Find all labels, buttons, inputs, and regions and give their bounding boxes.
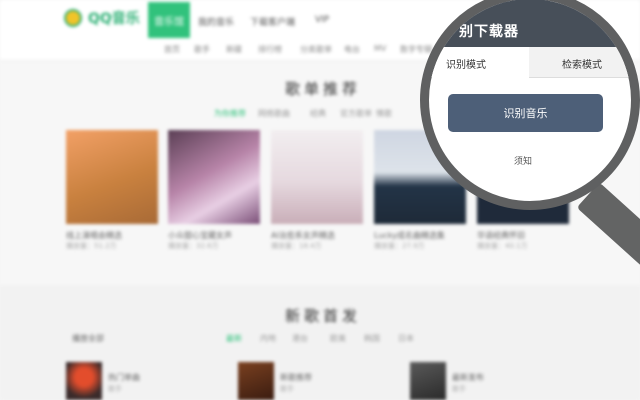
subnav-item[interactable]: 排行榜 (258, 44, 282, 55)
song-title[interactable]: 热门单曲 (108, 372, 140, 383)
downloader-panel: 别下载器 识别模式 检索模式 识别音乐 须知 (429, 0, 631, 201)
playlist-playcount: 播放量：51.2万 (66, 242, 117, 250)
tab-newsongs[interactable]: 最新 (226, 333, 242, 344)
subnav-item[interactable]: MV (374, 44, 386, 53)
magnifier-lens: 别下载器 识别模式 检索模式 识别音乐 须知 (420, 0, 640, 210)
tab-search-label: 检索模式 (562, 60, 602, 71)
logo-text: QQ音乐 (88, 11, 140, 27)
playlist-playcount: 播放量：40.1万 (477, 242, 528, 250)
playlist-caption[interactable]: 小众甜心宝藏女声 (168, 230, 232, 241)
playlist-caption[interactable]: 华语经典怀旧 (477, 230, 525, 241)
nav-item[interactable]: 我的音乐 (198, 15, 234, 28)
song-artist[interactable]: 歌手 (452, 384, 466, 394)
nav-item[interactable]: VIP (315, 15, 329, 25)
app-logo[interactable]: QQ音乐 (64, 8, 140, 28)
tab-newsongs[interactable]: 韩国 (364, 333, 380, 344)
nav-item[interactable]: 下载客户端 (250, 15, 295, 28)
tab-search-mode[interactable]: 检索模式 (529, 47, 631, 78)
tab-recommend[interactable]: 经典 (310, 108, 326, 119)
tab-identify-label: 识别模式 (446, 60, 486, 71)
song-artist[interactable]: 歌手 (280, 384, 294, 394)
playlist-card[interactable] (168, 130, 260, 224)
song-cover[interactable] (410, 362, 446, 400)
tab-recommend[interactable]: 官方歌单 (340, 108, 372, 119)
song-cover[interactable] (238, 362, 274, 400)
mode-tabs: 识别模式 检索模式 (429, 47, 631, 78)
subnav-item[interactable]: 新碟 (226, 44, 242, 55)
tab-recommend[interactable]: 为你推荐 (214, 108, 246, 119)
nav-item-active[interactable]: 音乐馆 (148, 2, 190, 38)
playlist-caption[interactable]: 线上演唱会精选 (66, 230, 122, 241)
playlist-playcount: 播放量：32.6万 (168, 242, 219, 250)
play-all-button[interactable]: 播放全部 (72, 333, 104, 344)
playlist-card[interactable] (66, 130, 158, 224)
playlist-caption[interactable]: Lucky成名曲精选集 (374, 230, 445, 241)
notice-link[interactable]: 须知 (514, 154, 532, 167)
identify-music-button[interactable]: 识别音乐 (448, 94, 603, 132)
playlist-playcount: 播放量：27.9万 (374, 242, 425, 250)
tab-newsongs[interactable]: 日本 (398, 333, 414, 344)
subnav-item[interactable]: 分类歌单 (300, 44, 332, 55)
tab-newsongs[interactable]: 欧美 (330, 333, 346, 344)
tab-identify-mode[interactable]: 识别模式 (429, 47, 530, 77)
subnav-item[interactable]: 首页 (164, 44, 180, 55)
downloader-title: 别下载器 (459, 24, 519, 40)
tab-recommend[interactable]: 情歌 (376, 108, 392, 119)
section-title-newsongs: 新歌首发 (285, 307, 362, 325)
subnav-item[interactable]: 数字专辑 (400, 44, 432, 55)
subnav-item[interactable]: 电台 (344, 44, 360, 55)
tab-newsongs[interactable]: 港台 (292, 333, 308, 344)
tab-recommend[interactable]: 网络歌曲 (258, 108, 290, 119)
song-title[interactable]: 新歌推荐 (280, 372, 312, 383)
downloader-title-bar: 别下载器 (429, 0, 631, 47)
logo-icon (64, 9, 82, 27)
song-title[interactable]: 最新发布 (452, 372, 484, 383)
section-title-recommend: 歌单推荐 (285, 80, 362, 98)
subnav-item[interactable]: 歌手 (194, 44, 210, 55)
playlist-card[interactable] (271, 130, 363, 224)
song-artist[interactable]: 歌手 (108, 384, 122, 394)
playlist-caption[interactable]: AI治愈系女声精选 (271, 230, 335, 241)
playlist-playcount: 播放量：18.4万 (271, 242, 322, 250)
tab-newsongs[interactable]: 内地 (260, 333, 276, 344)
song-cover[interactable] (66, 362, 102, 400)
